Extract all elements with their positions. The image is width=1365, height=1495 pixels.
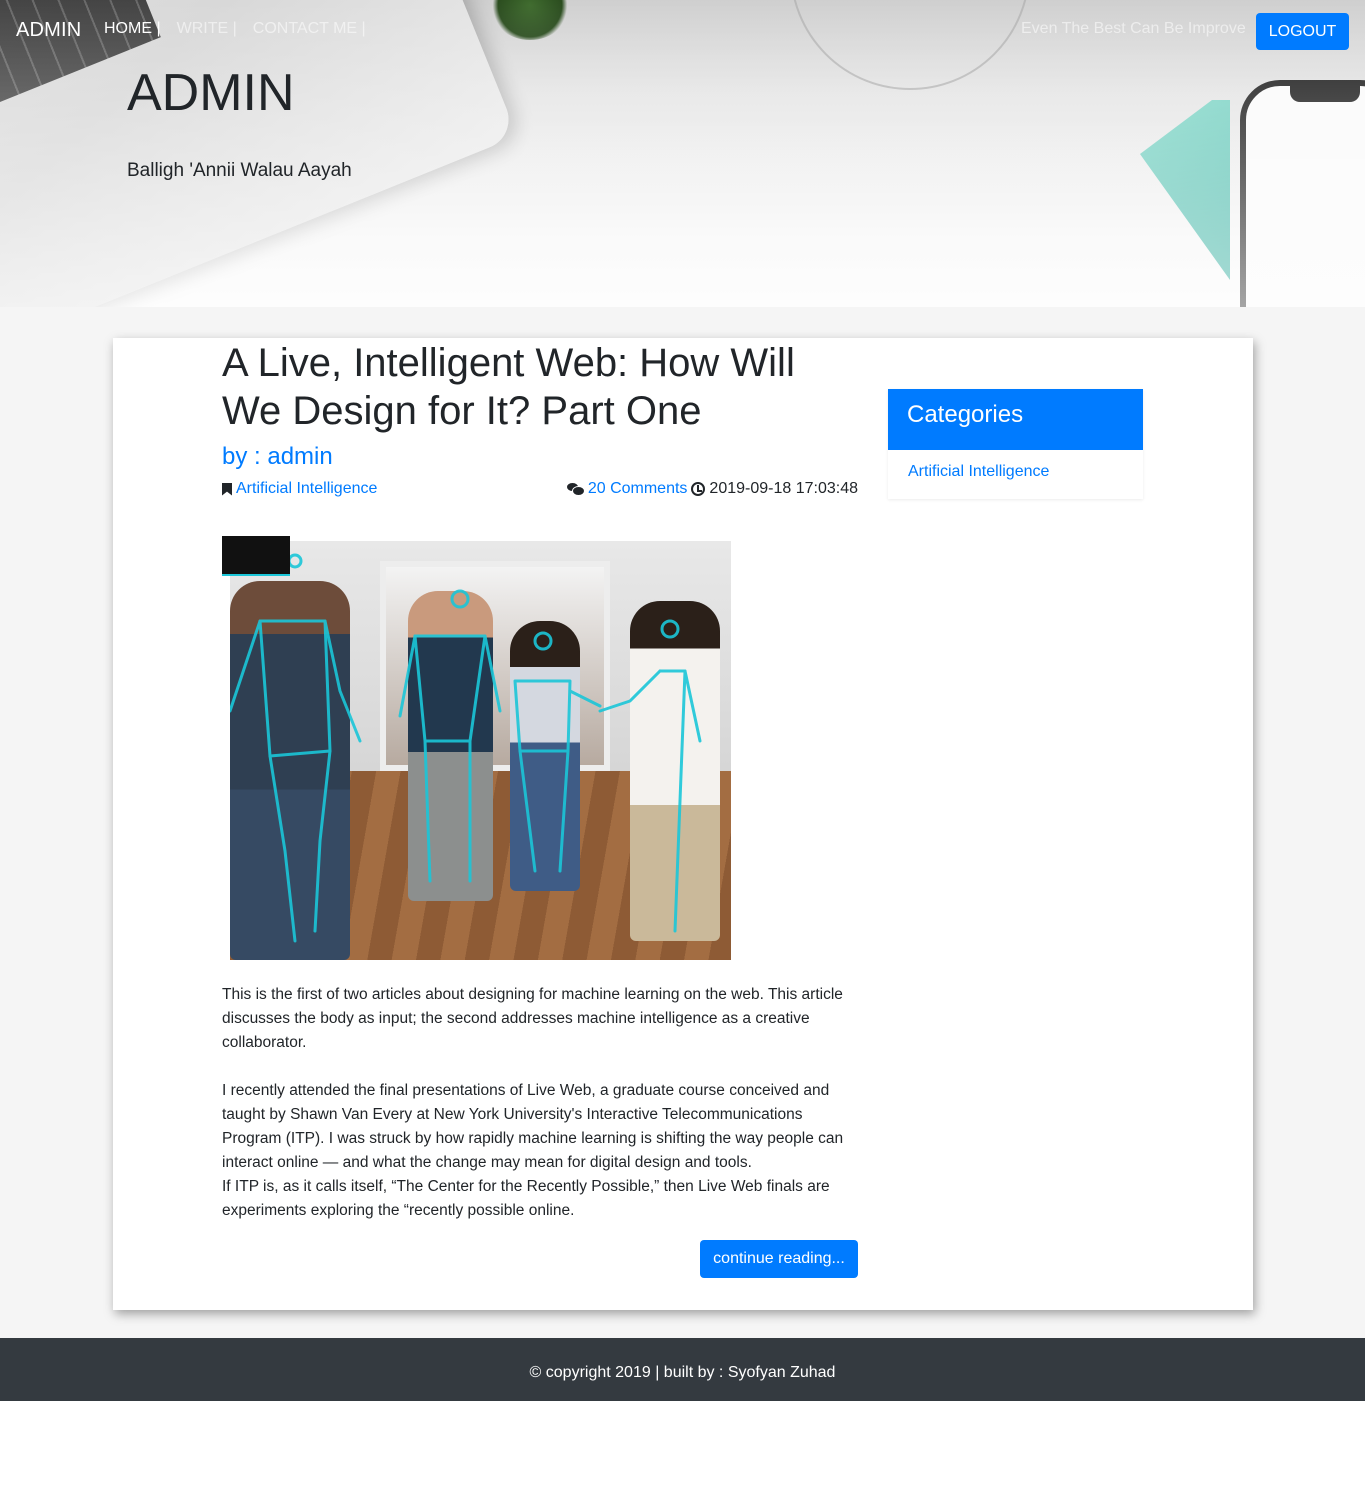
hero-subtitle: Balligh 'Annii Walau Aayah bbox=[127, 160, 352, 181]
post-stats: 20 Comments 2019-09-18 17:03:48 bbox=[566, 480, 858, 498]
categories-widget: Categories Artificial Intelligence bbox=[888, 389, 1143, 499]
clock-icon bbox=[691, 482, 706, 496]
hero-title: ADMIN bbox=[127, 64, 295, 122]
post-category: Artificial Intelligence bbox=[222, 480, 377, 498]
post-author: by : admin bbox=[222, 443, 333, 470]
post-date: 2019-09-18 17:03:48 bbox=[709, 480, 858, 497]
pose-skeleton-overlay bbox=[230, 553, 702, 943]
nav-home-link[interactable]: HOME | bbox=[104, 20, 161, 38]
main-nav: HOME | WRITE | CONTACT ME | bbox=[104, 20, 366, 38]
continue-reading-button[interactable]: continue reading... bbox=[700, 1240, 858, 1278]
nav-tagline: Even The Best Can Be Improve bbox=[1021, 20, 1246, 37]
logout-button[interactable]: LOGOUT bbox=[1256, 13, 1349, 50]
bookmark-icon bbox=[222, 482, 232, 496]
brand-logo[interactable]: ADMIN bbox=[16, 19, 81, 42]
hero-overlay bbox=[0, 0, 1365, 307]
post-comments-link[interactable]: 20 Comments bbox=[588, 480, 688, 498]
category-link[interactable]: Artificial Intelligence bbox=[908, 463, 1049, 480]
hero-header: ADMIN HOME | WRITE | CONTACT ME | Even T… bbox=[0, 0, 1365, 307]
comments-icon bbox=[566, 482, 585, 496]
categories-heading: Categories bbox=[888, 389, 1143, 450]
post-paragraph: This is the first of two articles about … bbox=[222, 986, 843, 1051]
post-paragraph: I recently attended the final presentati… bbox=[222, 1082, 844, 1171]
post-title[interactable]: A Live, Intelligent Web: How Will We Des… bbox=[222, 339, 862, 435]
post-image bbox=[230, 541, 731, 960]
footer: © copyright 2019 | built by : Syofyan Zu… bbox=[0, 1338, 1365, 1401]
nav-write-link[interactable]: WRITE | bbox=[177, 20, 237, 38]
nav-contact-link[interactable]: CONTACT ME | bbox=[253, 20, 366, 38]
footer-copyright: © copyright 2019 | built by : Syofyan Zu… bbox=[529, 1364, 836, 1381]
image-detection-badge bbox=[222, 536, 290, 576]
category-item: Artificial Intelligence bbox=[888, 450, 1143, 499]
post-excerpt: This is the first of two articles about … bbox=[222, 983, 858, 1223]
post-meta: Artificial Intelligence 20 Comments 2019… bbox=[222, 480, 858, 502]
post-category-link[interactable]: Artificial Intelligence bbox=[236, 480, 377, 498]
post-paragraph: If ITP is, as it calls itself, “The Cent… bbox=[222, 1178, 830, 1219]
